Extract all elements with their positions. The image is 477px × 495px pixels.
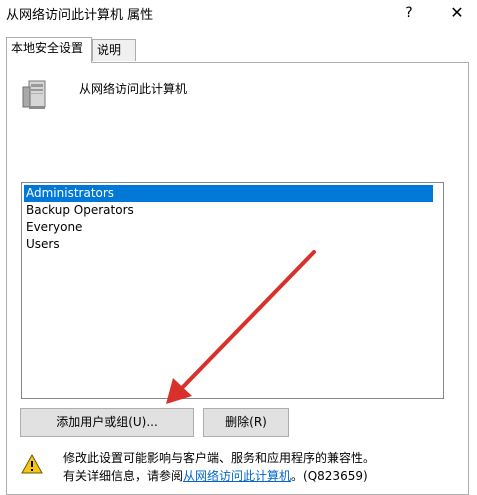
- remove-button[interactable]: 删除(R): [203, 408, 289, 437]
- warning-line-2-prefix: 有关详细信息，请参阅: [63, 469, 184, 483]
- tab-panel-local-security-setting: 从网络访问此计算机 Administrators Backup Operator…: [6, 62, 469, 495]
- properties-dialog: 从网络访问此计算机 属性 ? ✕ 本地安全设置 说明 从网络访问此计算机 Adm…: [0, 0, 477, 495]
- list-item[interactable]: Everyone: [24, 219, 82, 236]
- tab-strip: 本地安全设置 说明: [6, 37, 471, 63]
- title-bar: 从网络访问此计算机 属性 ? ✕: [0, 0, 477, 30]
- tab-local-security-setting[interactable]: 本地安全设置: [6, 37, 92, 63]
- policy-help-link[interactable]: 从网络访问此计算机: [183, 469, 291, 483]
- list-item[interactable]: Backup Operators: [24, 202, 134, 219]
- list-item[interactable]: Administrators: [24, 185, 433, 202]
- accounts-listbox[interactable]: Administrators Backup Operators Everyone…: [21, 182, 444, 399]
- list-item[interactable]: Users: [24, 236, 60, 253]
- warning-text: 修改此设置可能影响与客户端、服务和应用程序的兼容性。 有关详细信息，请参阅从网络…: [63, 449, 375, 485]
- warning-line-1: 修改此设置可能影响与客户端、服务和应用程序的兼容性。: [63, 451, 376, 465]
- add-user-or-group-button[interactable]: 添加用户或组(U)...: [20, 408, 194, 437]
- help-button[interactable]: ?: [392, 0, 426, 28]
- computer-tower-icon: [21, 79, 51, 111]
- tab-explain[interactable]: 说明: [92, 39, 136, 61]
- policy-name: 从网络访问此计算机: [79, 82, 188, 96]
- warning-line-2-suffix: 。(Q823659): [291, 469, 368, 483]
- warning-icon: [21, 453, 43, 474]
- window-title: 从网络访问此计算机 属性: [6, 8, 154, 23]
- warning-line-2: 有关详细信息，请参阅从网络访问此计算机。(Q823659): [63, 467, 375, 485]
- close-button[interactable]: ✕: [440, 0, 474, 28]
